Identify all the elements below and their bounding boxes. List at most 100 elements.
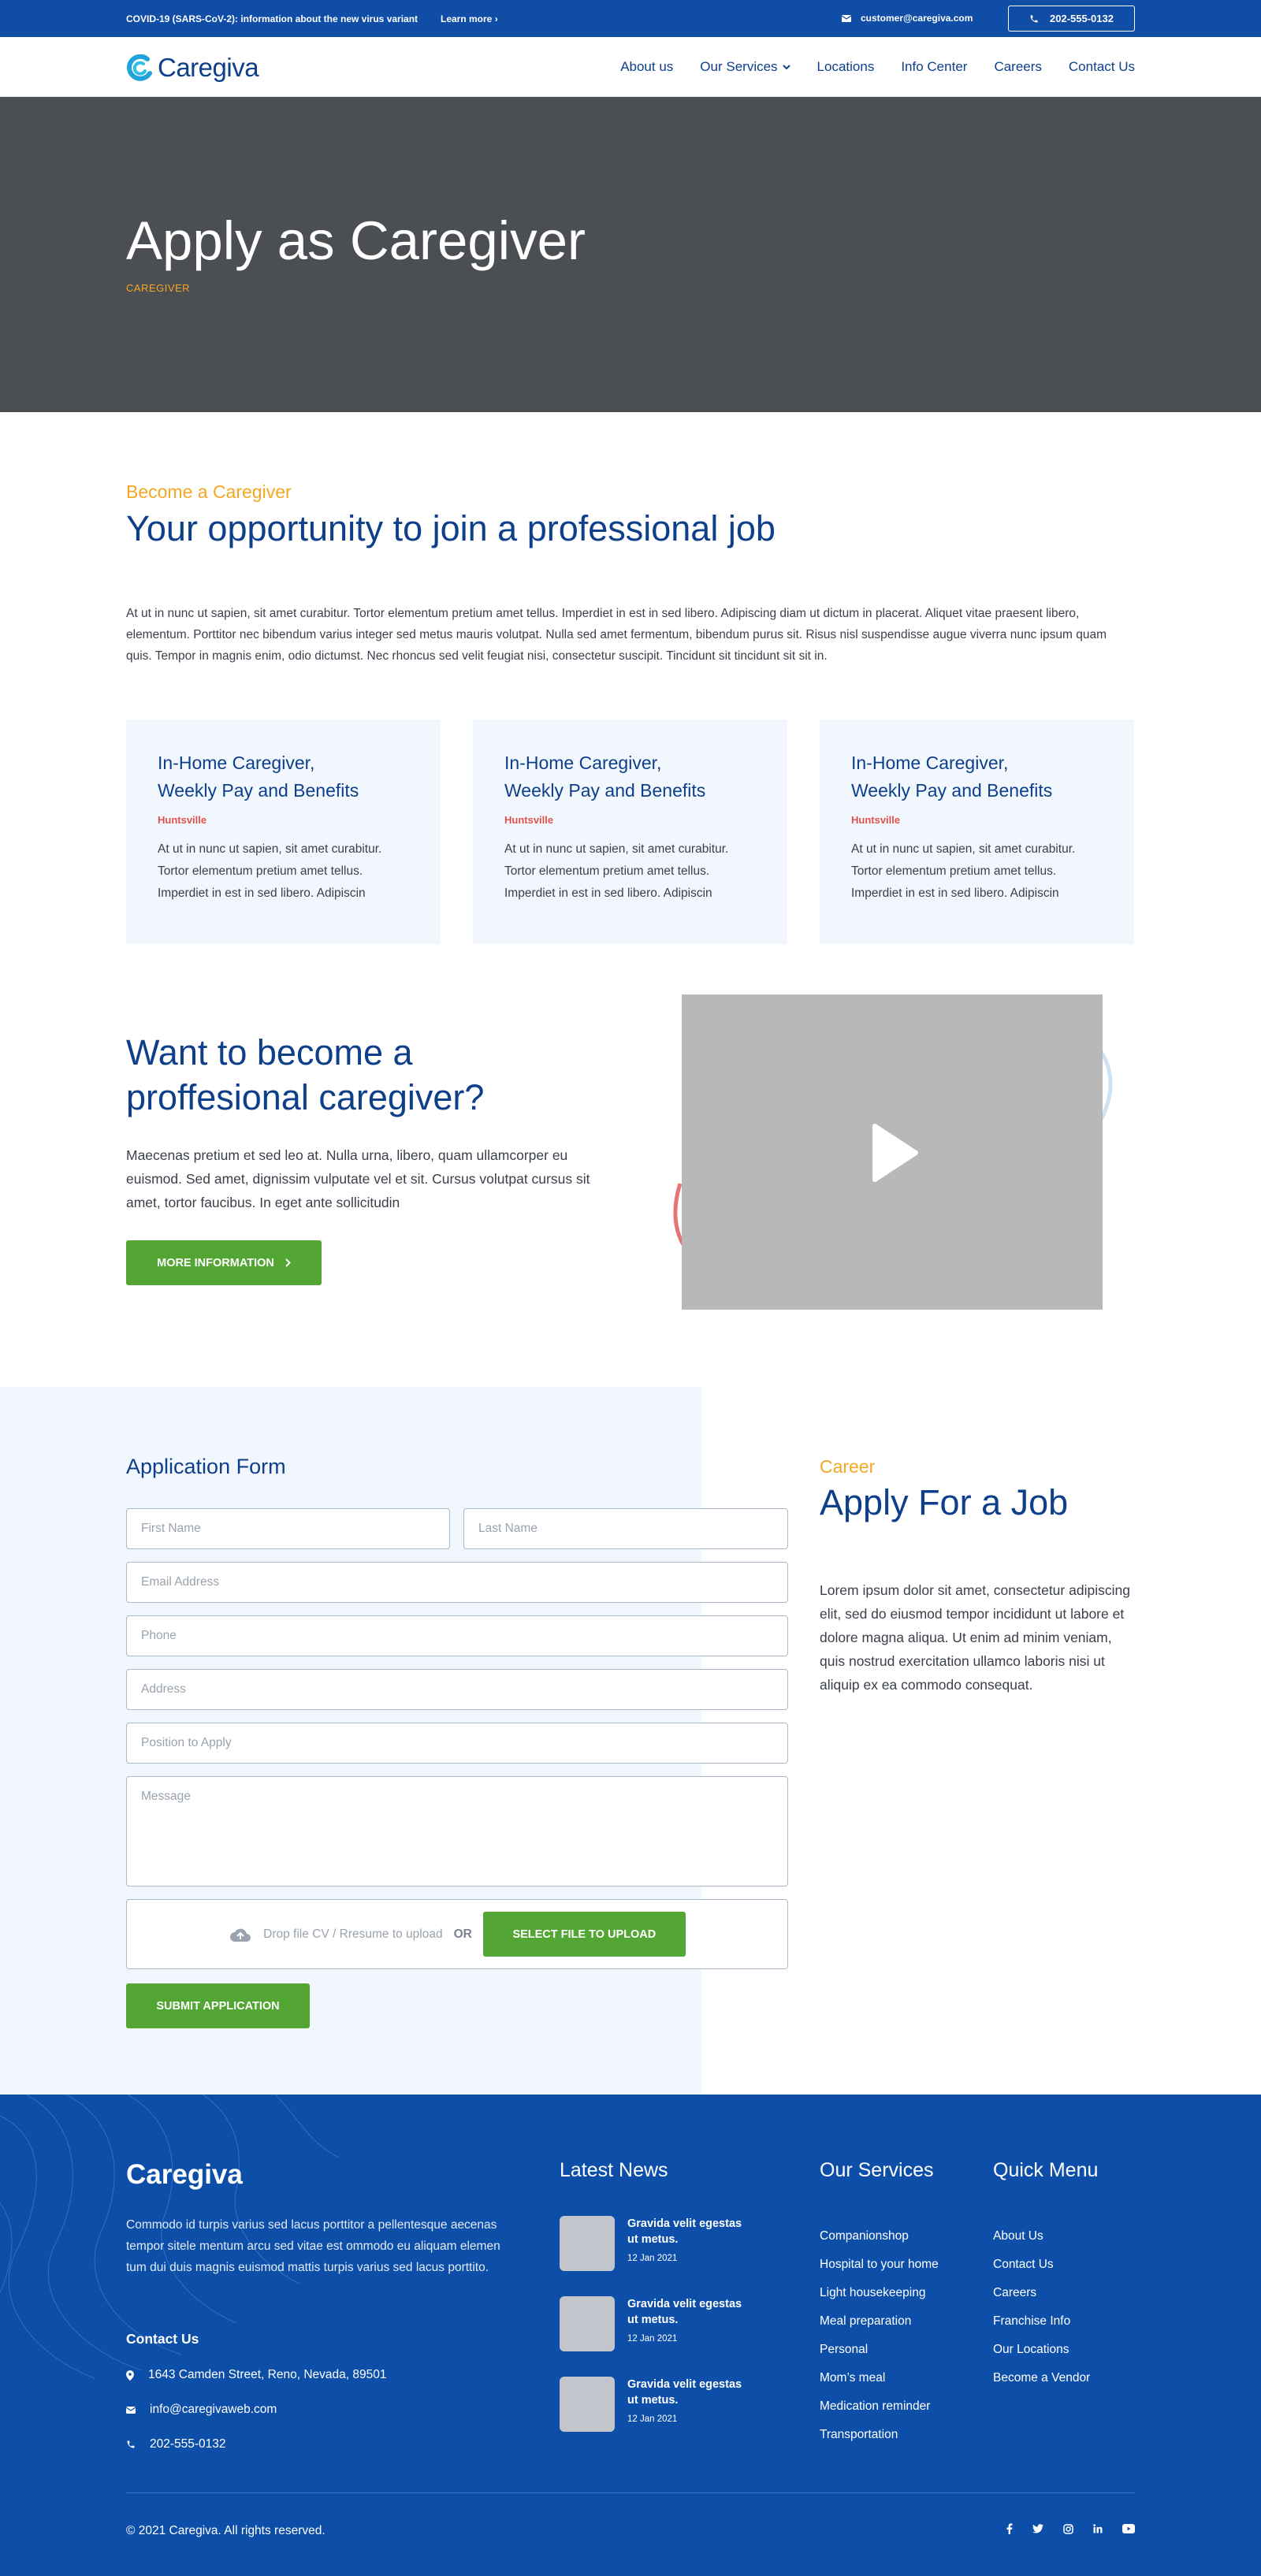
chevron-down-icon — [782, 64, 790, 69]
news-date: 12 Jan 2021 — [627, 2334, 678, 2344]
quick-link[interactable]: Franchise Info — [993, 2307, 1090, 2336]
breadcrumb[interactable]: CAREGIVER — [126, 282, 190, 294]
social-links — [1006, 2523, 1135, 2534]
service-link[interactable]: Light housekeeping — [820, 2279, 939, 2307]
learn-more-label: Learn more — [441, 13, 493, 24]
nav-item-contact[interactable]: Contact Us — [1069, 59, 1135, 75]
quick-link[interactable]: Careers — [993, 2279, 1090, 2307]
chevron-right-icon: › — [494, 13, 498, 24]
learn-more-link[interactable]: Learn more › — [441, 13, 498, 24]
nav-item-locations[interactable]: Locations — [817, 59, 875, 75]
instagram-icon[interactable] — [1063, 2523, 1073, 2534]
site-logo[interactable]: Caregiva — [126, 53, 259, 83]
caregiva-logo-icon — [127, 54, 152, 81]
job-card[interactable]: In-Home Caregiver, Weekly Pay and Benefit… — [820, 719, 1134, 944]
job-card-title: In-Home Caregiver, Weekly Pay and Benefit… — [504, 749, 756, 805]
news-thumbnail — [560, 2377, 615, 2432]
job-card-title-line2: Weekly Pay and Benefits — [504, 780, 706, 801]
footer-description: Commodo id turpis varius sed lacus portt… — [126, 2218, 500, 2274]
covid-alert-text: COVID-19 (SARS-CoV-2): information about… — [126, 13, 418, 24]
footer-address: 1643 Camden Street, Reno, Nevada, 89501 — [126, 2368, 386, 2382]
nav-item-services-label: Our Services — [700, 59, 778, 74]
select-file-button[interactable]: SELECT FILE TO UPLOAD — [482, 1912, 686, 1957]
or-separator: OR — [453, 1927, 472, 1941]
phone-icon — [127, 2440, 135, 2448]
youtube-icon[interactable] — [1122, 2524, 1135, 2533]
linkedin-icon[interactable] — [1093, 2524, 1103, 2533]
nav-item-careers[interactable]: Careers — [994, 59, 1041, 75]
position-field[interactable]: Position to Apply — [126, 1723, 788, 1764]
top-phone-button[interactable]: 202-555-0132 — [1008, 6, 1135, 32]
job-card-text: At ut in nunc ut sapien, sit amet curabi… — [158, 842, 382, 900]
job-card-location: Huntsville — [158, 814, 207, 826]
news-date: 12 Jan 2021 — [627, 2414, 678, 2424]
top-email-link[interactable]: customer@caregiva.com — [842, 13, 973, 24]
top-email-text: customer@caregiva.com — [861, 13, 973, 24]
quick-link[interactable]: Contact Us — [993, 2251, 1090, 2279]
nav-item-about[interactable]: About us — [620, 59, 673, 75]
footer-phone-text: 202-555-0132 — [150, 2437, 226, 2451]
job-card-title-line1: In-Home Caregiver, — [851, 753, 1009, 773]
copyright-text: © 2021 Caregiva. All rights reserved. — [126, 2524, 325, 2537]
news-item[interactable]: Gravida velit egestas ut metus. 12 Jan 20… — [560, 2296, 753, 2351]
footer-email[interactable]: info@caregivaweb.com — [126, 2403, 277, 2417]
location-pin-icon — [126, 2370, 134, 2381]
quick-link[interactable]: About Us — [993, 2222, 1090, 2251]
nav-item-services[interactable]: Our Services — [700, 59, 790, 75]
top-phone-text: 202-555-0132 — [1050, 13, 1114, 24]
first-name-field[interactable]: First Name — [126, 1508, 450, 1549]
news-item[interactable]: Gravida velit egestas ut metus. 12 Jan 20… — [560, 2377, 753, 2432]
job-card-title: In-Home Caregiver, Weekly Pay and Benefit… — [158, 749, 409, 805]
service-link[interactable]: Personal — [820, 2336, 939, 2364]
page-title: Apply as Caregiver — [126, 210, 586, 271]
services-list: Companionshop Hospital to your home Ligh… — [820, 2222, 939, 2449]
news-item[interactable]: Gravida velit egestas ut metus. 12 Jan 20… — [560, 2216, 753, 2271]
news-date: 12 Jan 2021 — [627, 2254, 678, 2263]
job-card[interactable]: In-Home Caregiver, Weekly Pay and Benefit… — [473, 719, 787, 944]
twitter-icon[interactable] — [1032, 2524, 1043, 2533]
footer-contact-heading: Contact Us — [126, 2331, 199, 2347]
our-services-heading: Our Services — [820, 2159, 934, 2181]
main-navigation: Caregiva About us Our Services Locations… — [0, 37, 1261, 97]
footer-phone[interactable]: 202-555-0132 — [126, 2437, 226, 2451]
job-card-title: In-Home Caregiver, Weekly Pay and Benefit… — [851, 749, 1103, 805]
address-field[interactable]: Address — [126, 1669, 788, 1710]
play-icon[interactable] — [869, 1123, 919, 1183]
message-field[interactable]: Message — [126, 1776, 788, 1886]
more-information-button[interactable]: MORE INFORMATION — [126, 1240, 322, 1285]
nav-item-info-center[interactable]: Info Center — [901, 59, 967, 75]
become-heading: Want to become a proffesional caregiver? — [126, 1030, 630, 1120]
last-name-field[interactable]: Last Name — [463, 1508, 788, 1549]
service-link[interactable]: Medication reminder — [820, 2392, 939, 2421]
job-card-title-line1: In-Home Caregiver, — [158, 753, 315, 773]
job-card-location: Huntsville — [504, 814, 554, 826]
application-form-title: Application Form — [126, 1455, 286, 1478]
footer-email-text: info@caregivaweb.com — [150, 2403, 277, 2416]
job-card[interactable]: In-Home Caregiver, Weekly Pay and Benefit… — [126, 719, 441, 944]
footer-logo[interactable]: Caregiva — [126, 2159, 243, 2191]
nav-menu: About us Our Services Locations Info Cen… — [620, 59, 1135, 75]
more-information-label: MORE INFORMATION — [157, 1256, 274, 1269]
email-field[interactable]: Email Address — [126, 1562, 788, 1603]
quick-link[interactable]: Our Locations — [993, 2336, 1090, 2364]
service-link[interactable]: Mom’s meal — [820, 2364, 939, 2392]
quick-menu-heading: Quick Menu — [993, 2159, 1099, 2181]
submit-application-button[interactable]: SUBMIT APPLICATION — [126, 1983, 310, 2028]
intro-paragraph: At ut in nunc ut sapien, sit amet curabi… — [126, 607, 1107, 663]
service-link[interactable]: Transportation — [820, 2421, 939, 2449]
cloud-upload-icon — [230, 1928, 251, 1942]
mail-icon — [842, 14, 851, 22]
footer-divider — [126, 2492, 1135, 2493]
phone-icon — [1030, 15, 1038, 22]
service-link[interactable]: Meal preparation — [820, 2307, 939, 2336]
service-link[interactable]: Companionshop — [820, 2222, 939, 2251]
job-card-title-line1: In-Home Caregiver, — [504, 753, 662, 773]
job-card-title-line2: Weekly Pay and Benefits — [851, 780, 1053, 801]
page-hero: Apply as Caregiver CAREGIVER — [0, 97, 1261, 412]
quick-link[interactable]: Become a Vendor — [993, 2364, 1090, 2392]
service-link[interactable]: Hospital to your home — [820, 2251, 939, 2279]
facebook-icon[interactable] — [1006, 2523, 1013, 2534]
phone-field[interactable]: Phone — [126, 1615, 788, 1656]
career-paragraph: Lorem ipsum dolor sit amet, consectetur … — [820, 1582, 1130, 1693]
file-upload-dropzone[interactable]: Drop file CV / Rresume to upload OR SELE… — [126, 1899, 788, 1969]
